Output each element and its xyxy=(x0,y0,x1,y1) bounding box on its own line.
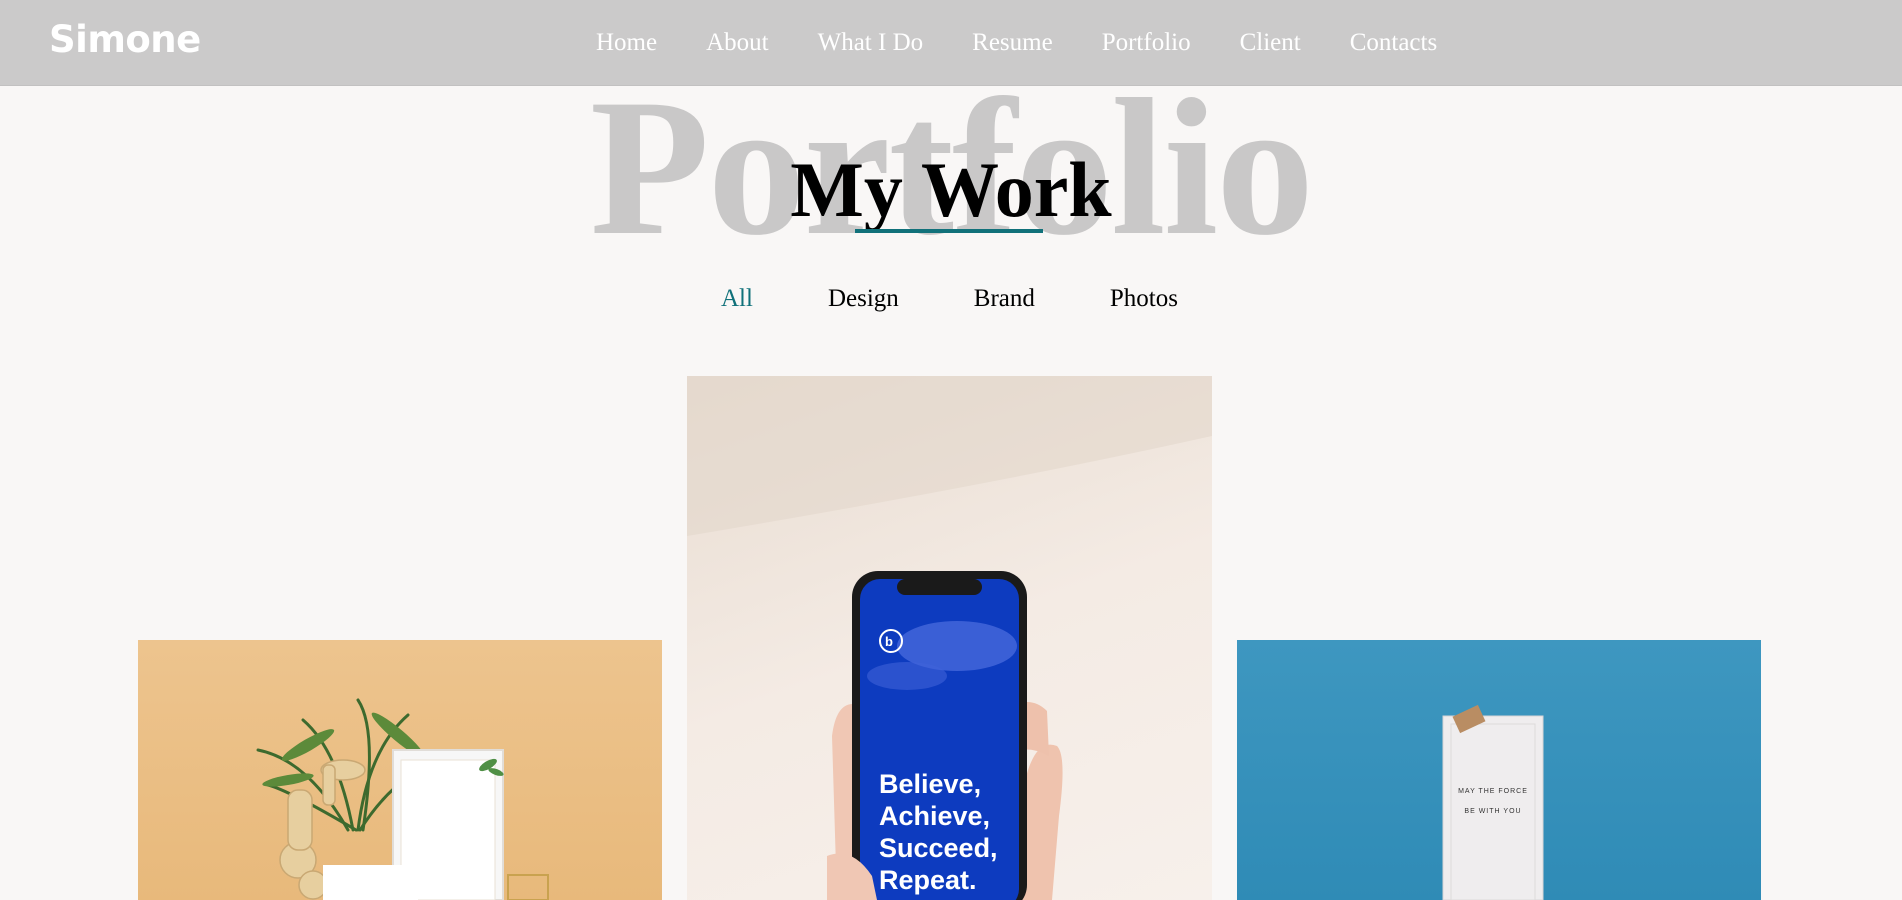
filter-photos[interactable]: Photos xyxy=(1110,282,1178,316)
note-on-blue-wall-photo: MAY THE FORCE BE WITH YOU xyxy=(1442,704,1544,900)
svg-text:b: b xyxy=(885,634,893,649)
nav-client[interactable]: Client xyxy=(1240,26,1301,60)
filter-brand[interactable]: Brand xyxy=(974,282,1035,316)
phone-screen-line-1: Believe, xyxy=(879,769,981,799)
nav-contacts[interactable]: Contacts xyxy=(1350,26,1438,60)
phone-screen-line-4: Repeat. xyxy=(879,865,977,895)
portfolio-item-phone[interactable]: b Believe, Achieve, Succeed, Repeat. xyxy=(687,376,1212,900)
section-title: My Work xyxy=(790,146,1112,233)
note-text-line-1: MAY THE FORCE xyxy=(1458,788,1528,795)
nav-about[interactable]: About xyxy=(706,26,769,60)
phone-in-hand-photo: b Believe, Achieve, Succeed, Repeat. xyxy=(687,376,1212,900)
plant-and-card-photo xyxy=(256,698,549,900)
portfolio-item-note[interactable]: MAY THE FORCE BE WITH YOU xyxy=(1237,640,1761,900)
filter-design[interactable]: Design xyxy=(828,282,899,316)
portfolio-item-plant[interactable] xyxy=(138,640,662,900)
main-nav: Home About What I Do Resume Portfolio Cl… xyxy=(596,26,1486,60)
nav-portfolio[interactable]: Portfolio xyxy=(1102,26,1191,60)
nav-home[interactable]: Home xyxy=(596,26,657,60)
site-logo[interactable]: Simone xyxy=(49,18,201,61)
note-text-line-2: BE WITH YOU xyxy=(1464,808,1521,815)
nav-resume[interactable]: Resume xyxy=(972,26,1053,60)
filter-all[interactable]: All xyxy=(721,282,753,316)
phone-screen-line-3: Succeed, xyxy=(879,833,998,863)
title-underline xyxy=(855,229,1043,233)
phone-screen-line-2: Achieve, xyxy=(879,801,990,831)
portfolio-filters: All Design Brand Photos xyxy=(721,282,1178,316)
nav-what-i-do[interactable]: What I Do xyxy=(818,26,924,60)
